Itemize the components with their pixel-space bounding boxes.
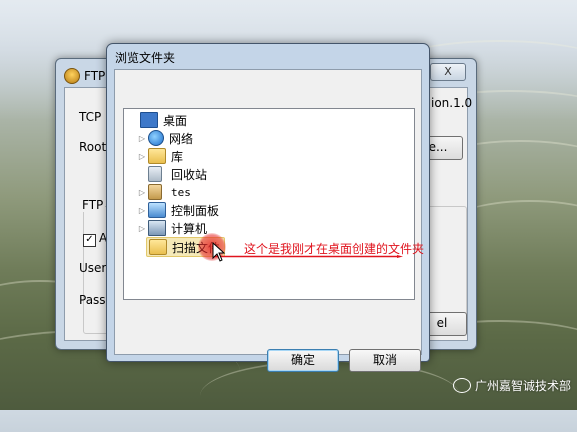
tree-item-label: 回收站 [171,167,208,182]
computer-icon [148,220,166,236]
browse-folder-dialog: 浏览文件夹 桌面 ▷ 网络 ▷ 库 回收站 ▷ tes ▷ 控制面板 ▷ 计算机… [106,43,430,372]
expand-arrow-icon[interactable]: ▷ [136,206,148,215]
user-folder-icon [148,184,162,200]
tree-item-label: 网络 [169,131,194,146]
wechat-icon [452,378,471,393]
tree-item-label: 桌面 [163,113,188,128]
tcp-label: TCP [79,110,102,124]
expand-arrow-icon[interactable]: ▷ [136,134,148,143]
pass-label: Pass [79,293,106,307]
ftp-window-titlebar: FTP [64,67,105,85]
ftp-app-icon [64,68,80,84]
dialog-title: 浏览文件夹 [115,51,176,65]
close-button[interactable]: X [430,63,466,81]
network-icon [148,130,164,146]
watermark-text: 广州嘉智诚技术部 [474,379,571,393]
dialog-client: 桌面 ▷ 网络 ▷ 库 回收站 ▷ tes ▷ 控制面板 ▷ 计算机 扫描文件 … [114,69,422,372]
watermark: 广州嘉智诚技术部 [452,377,571,394]
folder-icon [149,239,167,255]
tree-item-desktop[interactable]: 桌面 [128,111,187,129]
tree-item-network[interactable]: ▷ 网络 [136,129,193,147]
tree-item-label: 计算机 [171,221,208,236]
tree-item-user[interactable]: ▷ tes [136,183,191,201]
annotation-text: 这个是我刚才在桌面创建的文件夹 [244,242,425,256]
tree-item-computer[interactable]: ▷ 计算机 [136,219,207,237]
expand-arrow-icon[interactable]: ▷ [136,188,148,197]
group-label: FTP [80,198,106,212]
recycle-bin-icon [148,166,162,182]
tree-item-control-panel[interactable]: ▷ 控制面板 [136,201,219,219]
tree-item-label: 控制面板 [171,203,220,218]
version-text: ion.1.0 [431,96,473,110]
tree-item-label: tes [171,185,191,199]
ok-button[interactable]: 确定 [267,349,339,372]
anonymous-checkbox[interactable]: ✓ [83,234,96,247]
tree-item-library[interactable]: ▷ 库 [136,147,183,165]
desktop-icon [140,112,158,128]
user-label: User [79,261,107,275]
tree-item-label: 库 [171,149,184,164]
ftp-window-title: FTP [84,69,106,83]
tree-item-recycle-bin[interactable]: 回收站 [136,165,207,183]
cancel-button[interactable]: 取消 [349,349,421,372]
control-panel-icon [148,202,166,218]
mouse-cursor-icon [212,242,226,262]
expand-arrow-icon[interactable]: ▷ [136,152,148,161]
expand-arrow-icon[interactable]: ▷ [136,224,148,233]
library-icon [148,148,166,164]
folder-tree[interactable]: 桌面 ▷ 网络 ▷ 库 回收站 ▷ tes ▷ 控制面板 ▷ 计算机 扫描文件 [123,108,415,300]
root-label: Root [79,140,107,154]
